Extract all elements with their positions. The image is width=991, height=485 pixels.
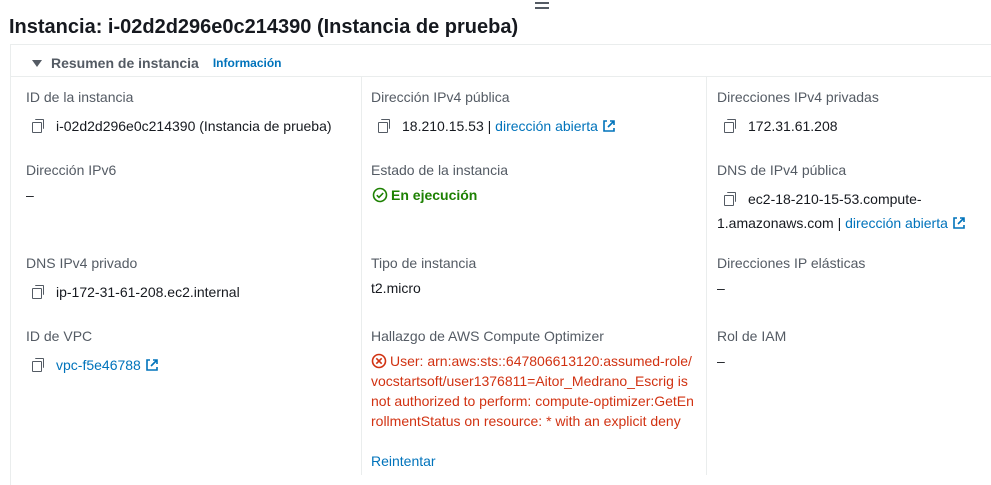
external-link-icon[interactable] bbox=[145, 358, 159, 372]
page-title: Instancia: i-02d2d296e0c214390 (Instanci… bbox=[9, 16, 519, 38]
type-label: Tipo de instancia bbox=[371, 255, 477, 271]
vpc-value: vpc-f5e46788 bbox=[32, 355, 159, 375]
iam-role-label: Rol de IAM bbox=[717, 328, 787, 344]
copy-icon[interactable] bbox=[724, 119, 738, 133]
vpc-link[interactable]: vpc-f5e46788 bbox=[56, 357, 141, 373]
state-text: En ejecución bbox=[391, 187, 478, 203]
copy-icon[interactable] bbox=[32, 285, 46, 299]
vpc-label: ID de VPC bbox=[26, 328, 93, 344]
public-ip-value: 18.210.15.53 | dirección abierta bbox=[378, 116, 616, 136]
elastic-ips-value: – bbox=[717, 280, 725, 296]
public-ip-text[interactable]: 18.210.15.53 bbox=[402, 118, 484, 134]
instance-id-label: ID de la instancia bbox=[26, 89, 134, 105]
elastic-ips-label: Direcciones IP elásticas bbox=[717, 255, 866, 271]
private-ips-text[interactable]: 172.31.61.208 bbox=[748, 118, 838, 134]
ipv6-value: – bbox=[26, 187, 34, 203]
instance-id-value: i-02d2d296e0c214390 (Instancia de prueba… bbox=[32, 116, 332, 136]
external-link-icon[interactable] bbox=[952, 216, 966, 230]
private-ips-label: Direcciones IPv4 privadas bbox=[717, 89, 879, 105]
optimizer-label: Hallazgo de AWS Compute Optimizer bbox=[371, 328, 604, 344]
private-dns-value: ip-172-31-61-208.ec2.internal bbox=[32, 282, 240, 302]
column-divider bbox=[706, 77, 707, 475]
public-dns-label: DNS de IPv4 pública bbox=[717, 162, 847, 178]
public-ip-label: Dirección IPv4 pública bbox=[371, 89, 510, 105]
copy-icon[interactable] bbox=[378, 119, 392, 133]
caret-down-icon[interactable] bbox=[32, 59, 42, 67]
public-dns-text-line2[interactable]: 1.amazonaws.com bbox=[717, 215, 834, 231]
open-address-link[interactable]: dirección abierta bbox=[845, 215, 948, 231]
error-circle-icon bbox=[371, 353, 387, 369]
copy-icon[interactable] bbox=[724, 192, 738, 206]
summary-header[interactable]: Resumen de instancia Información bbox=[32, 54, 282, 72]
column-divider bbox=[361, 77, 362, 475]
private-dns-label: DNS IPv4 privado bbox=[26, 255, 138, 271]
public-dns-value-line1: ec2-18-210-15-53.compute- bbox=[724, 189, 922, 209]
copy-icon[interactable] bbox=[32, 358, 46, 372]
state-label: Estado de la instancia bbox=[371, 162, 508, 178]
check-circle-icon bbox=[372, 187, 388, 203]
retry-link[interactable]: Reintentar bbox=[371, 451, 436, 471]
iam-role-value: – bbox=[717, 353, 725, 369]
header-divider bbox=[11, 76, 991, 77]
public-dns-value-line2: 1.amazonaws.com | dirección abierta bbox=[717, 213, 966, 233]
optimizer-error: User: arn:aws:sts::647806613120:assumed-… bbox=[371, 351, 696, 431]
type-value: t2.micro bbox=[371, 280, 421, 296]
separator: | bbox=[837, 215, 842, 231]
info-link[interactable]: Información bbox=[213, 56, 282, 70]
open-address-link[interactable]: dirección abierta bbox=[495, 118, 598, 134]
public-dns-text-line1[interactable]: ec2-18-210-15-53.compute- bbox=[748, 191, 922, 207]
state-value: En ejecución bbox=[372, 185, 477, 205]
optimizer-error-text: User: arn:aws:sts::647806613120:assumed-… bbox=[371, 353, 694, 429]
private-ips-value: 172.31.61.208 bbox=[724, 116, 838, 136]
external-link-icon[interactable] bbox=[602, 119, 616, 133]
ipv6-label: Dirección IPv6 bbox=[26, 162, 117, 178]
separator: | bbox=[487, 118, 492, 134]
drag-handle-icon[interactable] bbox=[535, 2, 549, 12]
summary-title[interactable]: Resumen de instancia bbox=[51, 55, 199, 71]
private-dns-text[interactable]: ip-172-31-61-208.ec2.internal bbox=[56, 284, 240, 300]
copy-icon[interactable] bbox=[32, 119, 46, 133]
instance-id-text[interactable]: i-02d2d296e0c214390 (Instancia de prueba… bbox=[56, 118, 332, 134]
